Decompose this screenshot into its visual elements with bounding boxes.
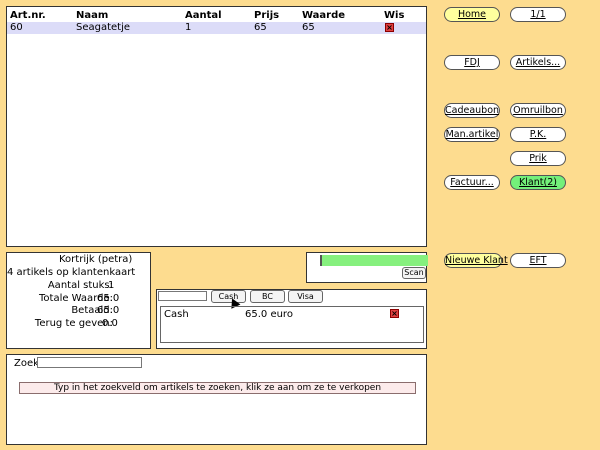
store-user: Kortrijk (petra) [59,254,133,265]
eft-button[interactable]: EFT [510,253,566,268]
fdj-button[interactable]: FDJ [444,55,500,70]
summary-value: 0.0 [102,318,118,329]
delete-icon[interactable]: × [390,309,399,318]
search-input[interactable] [37,357,142,368]
nieuwe-klant-button[interactable]: Nieuwe Klant [444,253,508,268]
home-button[interactable]: Home [444,7,500,22]
cadeaubon-button[interactable]: Cadeaubon [444,103,500,118]
col-naam-header: Naam [76,10,109,21]
klant-button[interactable]: Klant(2) [510,175,566,190]
summary-line: Aantal stuks: 1 [7,280,150,292]
cell-aantal: 1 [185,22,192,33]
table-row[interactable]: 60 Seagatetje 1 65 65 × [7,22,426,34]
summary-panel: Kortrijk (petra) 4 artikels op klantenka… [6,252,151,349]
col-aantal-header: Aantal [185,10,222,21]
loyalty-articles: 4 artikels op klantenkaart [7,267,136,278]
delete-icon[interactable]: × [385,23,394,32]
search-panel: Zoek: Typ in het zoekveld om artikels te… [6,354,427,445]
search-hint: Typ in het zoekveld om artikels te zoeke… [19,382,416,394]
scan-panel: Scan [306,252,428,283]
summary-line: Terug te geven: 0.0 [7,318,150,330]
col-prijs-header: Prijs [254,10,280,21]
col-waarde-header: Waarde [302,10,346,21]
page-button[interactable]: 1/1 [510,7,566,22]
col-artnr-header: Art.nr. [10,10,46,21]
summary-line: Totale Waarde: 65.0 [7,293,150,305]
table-header: Art.nr. Naam Aantal Prijs Waarde Wis [7,10,426,22]
pk-button[interactable]: P.K. [510,127,566,142]
scan-button[interactable]: Scan [402,267,426,279]
payment-panel: Cash BC Visa Cash 65.0 euro × [156,289,427,349]
payment-method: Cash [164,309,189,320]
col-wis-header: Wis [384,10,405,21]
visa-button[interactable]: Visa [288,290,323,303]
summary-value: 65.0 [97,293,120,304]
summary-value: 65.0 [97,305,120,316]
articles-table: Art.nr. Naam Aantal Prijs Waarde Wis 60 … [6,6,427,247]
scan-input[interactable] [320,255,428,266]
artikels-button[interactable]: Artikels... [510,55,566,70]
summary-line: Betaald: 65.0 [7,305,150,317]
bc-button[interactable]: BC [250,290,285,303]
cell-artnr: 60 [10,22,23,33]
cell-prijs: 65 [254,22,267,33]
cell-naam: Seagatetje [76,22,131,33]
prik-button[interactable]: Prik [510,151,566,166]
payment-list: Cash 65.0 euro × [160,306,424,343]
summary-label: Aantal stuks: [47,280,113,291]
payment-amount: 65.0 euro [245,309,293,320]
manartikel-button[interactable]: Man.artikel [444,127,500,142]
cell-waarde: 65 [302,22,315,33]
omruilbon-button[interactable]: Omruilbon [510,103,566,118]
payment-amount-input[interactable] [158,291,207,301]
factuur-button[interactable]: Factuur... [444,175,500,190]
summary-value: 1 [108,280,115,291]
